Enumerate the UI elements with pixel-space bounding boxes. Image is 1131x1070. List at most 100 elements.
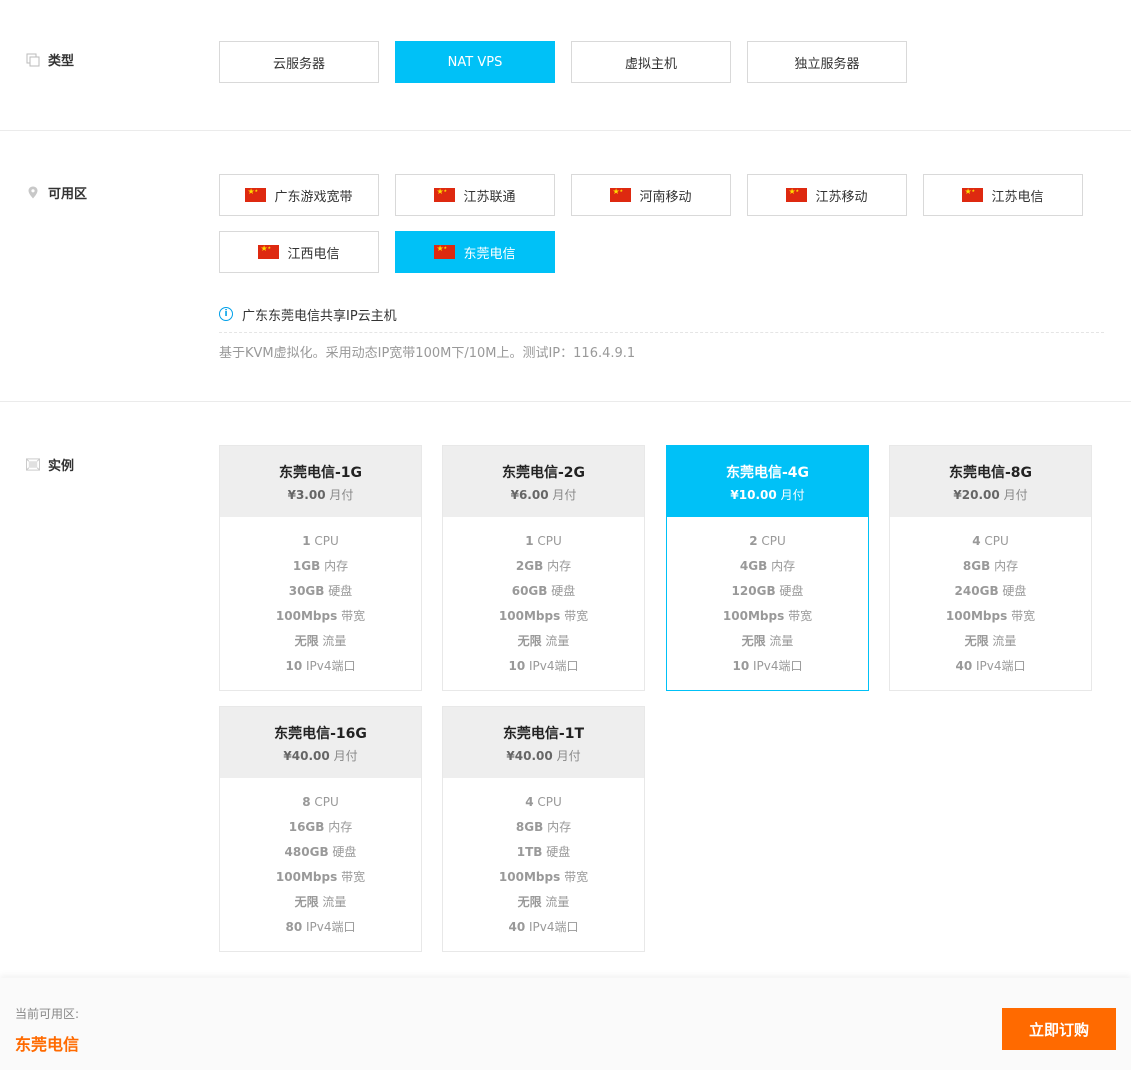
plan-spec-label: CPU bbox=[314, 795, 339, 809]
zone-option-guangdong-gaming[interactable]: 广东游戏宽带 bbox=[219, 174, 379, 216]
plan-spec-label: 硬盘 bbox=[546, 845, 571, 859]
zone-option-jiangsu-unicom[interactable]: 江苏联通 bbox=[395, 174, 555, 216]
plan-card[interactable]: 东莞电信-4G ¥10.00 月付 2 CPU 4GB 内存 120GB 硬盘 100Mb… bbox=[666, 445, 869, 691]
type-section: 类型 云服务器 NAT VPS 虚拟主机 独立服务器 bbox=[0, 0, 1131, 131]
plan-spec-label: IPv4端口 bbox=[529, 920, 579, 934]
plan-specs: 1 CPU 2GB 内存 60GB 硬盘 100Mbps 带宽 无限 流量 10 IPv4… bbox=[443, 517, 644, 683]
plan-spec-label: 硬盘 bbox=[551, 584, 576, 598]
plan-spec-bw: 100Mbps 带宽 bbox=[443, 869, 644, 894]
zone-option-label: 江苏移动 bbox=[815, 189, 868, 205]
china-flag-icon bbox=[434, 243, 456, 259]
plan-name: 东莞电信-1T bbox=[502, 726, 585, 742]
plan-spec-bw: 100Mbps 带宽 bbox=[443, 608, 644, 633]
plan-spec-disk: 480GB 硬盘 bbox=[220, 844, 421, 869]
plan-spec-disk: 30GB 硬盘 bbox=[220, 583, 421, 608]
instance-label-text: 实例 bbox=[48, 459, 75, 474]
plan-spec-label: CPU bbox=[984, 534, 1009, 548]
plan-spec-label: 内存 bbox=[771, 559, 796, 573]
plan-spec-ram: 2GB 内存 bbox=[443, 558, 644, 583]
plan-specs: 1 CPU 1GB 内存 30GB 硬盘 100Mbps 带宽 无限 流量 10 IPv4… bbox=[220, 517, 421, 683]
plan-price-value: ¥40.00 bbox=[506, 749, 553, 763]
plan-card-header: 东莞电信-16G ¥40.00 月付 bbox=[220, 707, 421, 778]
plan-card[interactable]: 东莞电信-1T ¥40.00 月付 4 CPU 8GB 内存 1TB 硬盘 100Mbps… bbox=[442, 706, 645, 952]
plan-price-unit: 月付 bbox=[552, 488, 577, 502]
plan-spec-label: 内存 bbox=[547, 820, 572, 834]
plan-spec-value: 10 bbox=[285, 659, 303, 673]
plan-card-header: 东莞电信-1T ¥40.00 月付 bbox=[443, 707, 644, 778]
plan-spec-label: 内存 bbox=[324, 559, 349, 573]
plan-spec-value: 8 bbox=[302, 795, 311, 809]
plan-card[interactable]: 东莞电信-8G ¥20.00 月付 4 CPU 8GB 内存 240GB 硬盘 100Mb… bbox=[889, 445, 1092, 691]
plan-price-unit: 月付 bbox=[556, 749, 581, 763]
plan-spec-value: 100Mbps bbox=[498, 609, 561, 623]
plan-spec-label: 硬盘 bbox=[332, 845, 357, 859]
plan-spec-label: 带宽 bbox=[564, 870, 589, 884]
plan-spec-ram: 4GB 内存 bbox=[667, 558, 868, 583]
zone-option-dongguan-telecom[interactable]: 东莞电信 bbox=[395, 231, 555, 273]
zone-info-title: 广东东莞电信共享IP云主机 bbox=[242, 308, 397, 324]
type-option-dedicated-server[interactable]: 独立服务器 bbox=[747, 41, 907, 83]
plan-spec-label: CPU bbox=[537, 534, 562, 548]
plan-price-unit: 月付 bbox=[780, 488, 805, 502]
plan-spec-value: 240GB bbox=[954, 584, 999, 598]
plan-card-header: 东莞电信-8G ¥20.00 月付 bbox=[890, 446, 1091, 517]
plan-spec-ram: 16GB 内存 bbox=[220, 819, 421, 844]
plan-spec-traffic: 无限 流量 bbox=[890, 633, 1091, 658]
type-option-nat-vps[interactable]: NAT VPS bbox=[395, 41, 555, 83]
plan-spec-cpu: 2 CPU bbox=[667, 533, 868, 558]
plan-spec-value: 1TB bbox=[516, 845, 543, 859]
china-flag-icon bbox=[434, 186, 456, 202]
plan-spec-value: 2GB bbox=[515, 559, 544, 573]
plan-spec-value: 16GB bbox=[288, 820, 325, 834]
type-option-label: 云服务器 bbox=[272, 56, 325, 72]
plan-price-value: ¥40.00 bbox=[283, 749, 330, 763]
buy-now-button[interactable]: 立即订购 bbox=[1002, 1008, 1116, 1050]
plan-spec-label: 流量 bbox=[545, 895, 570, 909]
plan-spec-label: 带宽 bbox=[341, 609, 366, 623]
plan-spec-value: 4GB bbox=[739, 559, 768, 573]
plan-spec-traffic: 无限 流量 bbox=[220, 633, 421, 658]
plan-spec-ram: 1GB 内存 bbox=[220, 558, 421, 583]
zone-info: i 广东东莞电信共享IP云主机 基于KVM虚拟化。采用动态IP宽带100M下/1… bbox=[219, 303, 1104, 361]
current-zone-value: 东莞电信 bbox=[15, 1035, 80, 1054]
plan-spec-value: 8GB bbox=[515, 820, 544, 834]
zone-option-jiangxi-telecom[interactable]: 江西电信 bbox=[219, 231, 379, 273]
zone-label-text: 可用区 bbox=[48, 187, 88, 202]
type-option-virtual-host[interactable]: 虚拟主机 bbox=[571, 41, 731, 83]
zone-option-jiangsu-telecom[interactable]: 江苏电信 bbox=[923, 174, 1083, 216]
zone-info-description: 基于KVM虚拟化。采用动态IP宽带100M下/10M上。测试IP：116.4.9… bbox=[219, 346, 636, 361]
plan-spec-label: 流量 bbox=[322, 634, 347, 648]
type-label-text: 类型 bbox=[48, 54, 75, 69]
plan-spec-value: 1 bbox=[525, 534, 534, 548]
plan-spec-label: 硬盘 bbox=[1002, 584, 1027, 598]
plan-price: ¥3.00 月付 bbox=[220, 486, 421, 503]
plan-spec-value: 8GB bbox=[962, 559, 991, 573]
plan-card[interactable]: 东莞电信-16G ¥40.00 月付 8 CPU 16GB 内存 480GB 硬盘 100… bbox=[219, 706, 422, 952]
china-flag-icon bbox=[258, 243, 280, 259]
plan-spec-value: 30GB bbox=[288, 584, 325, 598]
plan-spec-label: 带宽 bbox=[341, 870, 366, 884]
plan-spec-traffic: 无限 流量 bbox=[443, 894, 644, 919]
instance-label: 实例 bbox=[26, 455, 74, 474]
plan-card-header: 东莞电信-2G ¥6.00 月付 bbox=[443, 446, 644, 517]
plan-card[interactable]: 东莞电信-1G ¥3.00 月付 1 CPU 1GB 内存 30GB 硬盘 100Mbps… bbox=[219, 445, 422, 691]
plan-price-value: ¥6.00 bbox=[510, 488, 549, 502]
zone-option-jiangsu-mobile[interactable]: 江苏移动 bbox=[747, 174, 907, 216]
plan-spec-value: 480GB bbox=[284, 845, 329, 859]
plan-spec-value: 10 bbox=[732, 659, 750, 673]
plan-card[interactable]: 东莞电信-2G ¥6.00 月付 1 CPU 2GB 内存 60GB 硬盘 100Mbps… bbox=[442, 445, 645, 691]
plan-spec-cpu: 1 CPU bbox=[220, 533, 421, 558]
plan-spec-value: 40 bbox=[508, 920, 526, 934]
order-footer: 当前可用区: 东莞电信 立即订购 bbox=[0, 978, 1131, 1070]
type-option-label: 独立服务器 bbox=[794, 56, 860, 72]
zone-option-henan-mobile[interactable]: 河南移动 bbox=[571, 174, 731, 216]
zone-option-label: 江苏联通 bbox=[463, 189, 516, 205]
location-pin-icon bbox=[26, 186, 40, 200]
plan-spec-label: IPv4端口 bbox=[529, 659, 579, 673]
plan-specs: 8 CPU 16GB 内存 480GB 硬盘 100Mbps 带宽 无限 流量 80 IP… bbox=[220, 778, 421, 944]
type-option-cloud-server[interactable]: 云服务器 bbox=[219, 41, 379, 83]
plan-spec-bw: 100Mbps 带宽 bbox=[890, 608, 1091, 633]
plan-price: ¥10.00 月付 bbox=[667, 486, 868, 503]
plan-spec-label: 内存 bbox=[328, 820, 353, 834]
instance-icon bbox=[26, 458, 40, 472]
